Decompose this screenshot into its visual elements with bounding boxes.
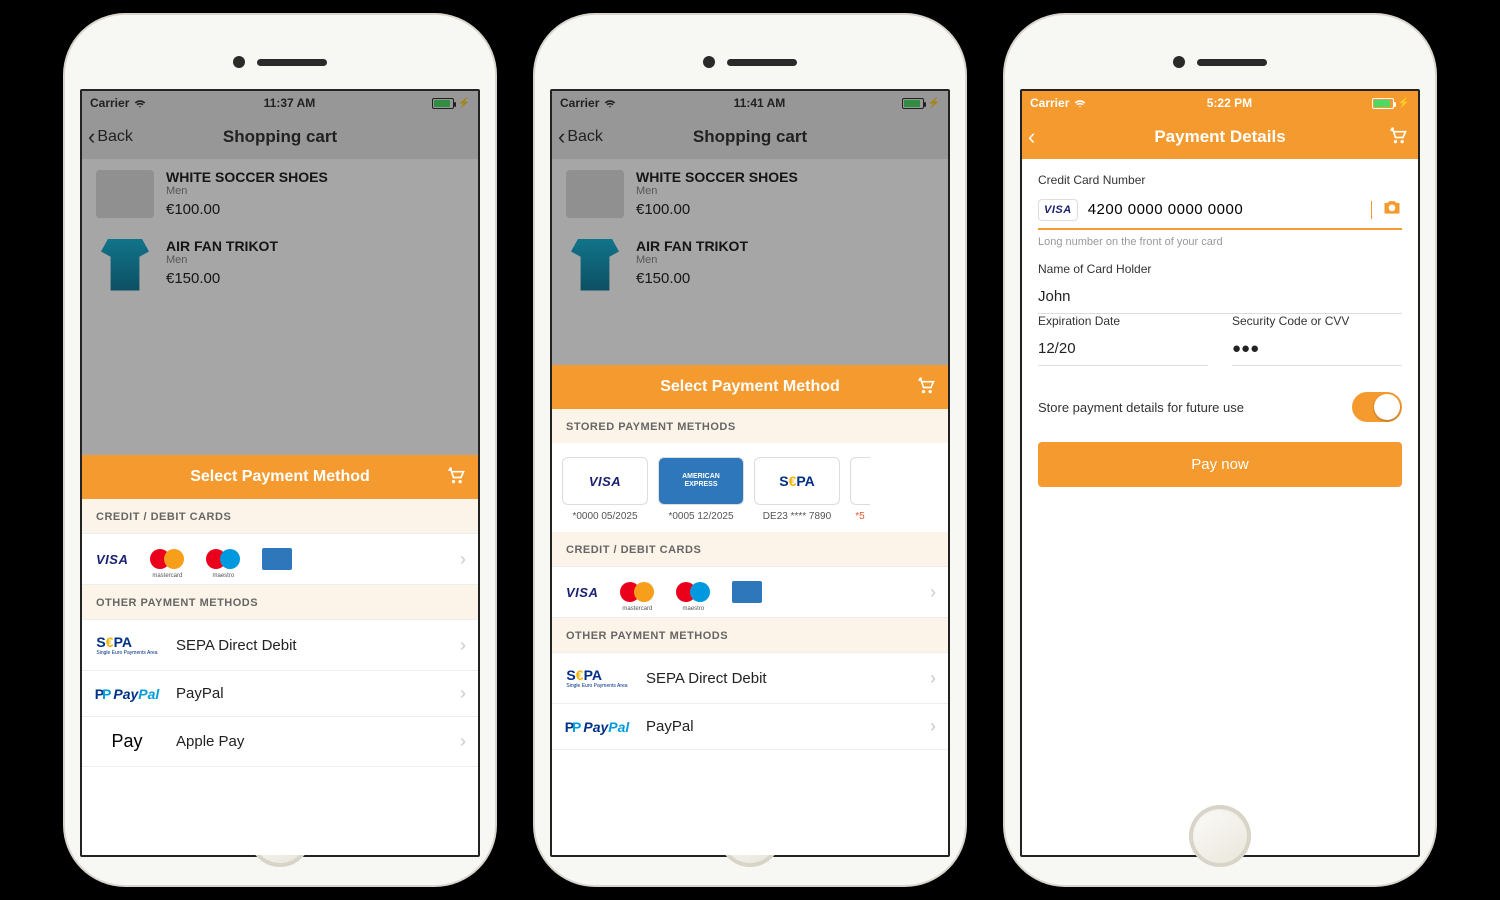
battery-icon — [1372, 98, 1394, 109]
stored-card-visa[interactable]: VISA *0000 05/2025 — [562, 457, 648, 522]
stored-caption: *0005 12/2025 — [668, 511, 733, 522]
expiration-label: Expiration Date — [1038, 314, 1208, 328]
amex-icon — [262, 548, 292, 570]
screen: Carrier 11:41 AM ⚡ ‹Back Shopping cart W… — [550, 89, 950, 857]
payment-method-applepay[interactable]: Pay Apple Pay › — [82, 717, 478, 767]
clock-label: 5:22 PM — [1207, 96, 1252, 110]
cardholder-label: Name of Card Holder — [1038, 262, 1402, 276]
sepa-icon: S€PA — [779, 473, 815, 489]
stored-card-amex[interactable]: AMERICANEXPRESS *0005 12/2025 — [658, 457, 744, 522]
credit-debit-cards-row[interactable]: VISA mastercard maestro › — [552, 566, 948, 618]
cart-icon[interactable] — [446, 465, 466, 490]
method-label: SEPA Direct Debit — [176, 637, 297, 654]
method-label: PayPal — [176, 685, 224, 702]
sheet-header: Select Payment Method — [82, 455, 478, 499]
method-label: PayPal — [646, 718, 694, 735]
phone-mockup-3: Carrier 5:22 PM ⚡ ‹ Payment Details Cred… — [1005, 15, 1435, 885]
text-cursor — [1371, 201, 1372, 219]
amex-icon: AMERICANEXPRESS — [682, 473, 720, 490]
stored-caption: *5 — [855, 511, 864, 522]
pay-now-button[interactable]: Pay now — [1038, 442, 1402, 487]
sepa-icon: S€PASingle Euro Payments Area — [566, 667, 627, 689]
cart-icon[interactable] — [916, 375, 936, 400]
visa-icon: VISA — [589, 470, 621, 492]
stored-card-overflow[interactable]: *5 — [850, 457, 870, 522]
cvv-label: Security Code or CVV — [1232, 314, 1402, 328]
mastercard-icon: mastercard — [620, 581, 654, 603]
paypal-icon: PPPayPal — [95, 686, 160, 702]
carrier-label: Carrier — [1030, 96, 1069, 110]
sheet-title: Select Payment Method — [190, 468, 370, 486]
charging-icon: ⚡ — [1398, 98, 1410, 109]
wifi-icon — [1073, 96, 1087, 110]
visa-icon: VISA — [96, 548, 128, 570]
paypal-icon: PPPayPal — [565, 719, 630, 735]
camera-icon[interactable] — [1382, 197, 1402, 222]
sepa-icon: S€PASingle Euro Payments Area — [96, 634, 157, 656]
maestro-icon: maestro — [206, 548, 240, 570]
chevron-right-icon: › — [460, 731, 466, 752]
chevron-left-icon: ‹ — [1028, 126, 1035, 148]
cc-number-input[interactable]: VISA 4200 0000 0000 0000 — [1038, 193, 1402, 230]
cardholder-input[interactable]: John — [1038, 282, 1402, 314]
section-header-other: OTHER PAYMENT METHODS — [552, 618, 948, 652]
method-label: SEPA Direct Debit — [646, 670, 767, 687]
section-header-cards: CREDIT / DEBIT CARDS — [552, 532, 948, 566]
payment-method-sheet: Select Payment Method STORED PAYMENT MET… — [552, 365, 948, 855]
payment-method-sepa[interactable]: S€PASingle Euro Payments Area SEPA Direc… — [552, 652, 948, 704]
stored-methods-row[interactable]: VISA *0000 05/2025 AMERICANEXPRESS *0005… — [552, 443, 948, 532]
cc-number-value: 4200 0000 0000 0000 — [1088, 201, 1359, 218]
section-header-other: OTHER PAYMENT METHODS — [82, 585, 478, 619]
chevron-right-icon: › — [930, 716, 936, 737]
maestro-icon: maestro — [676, 581, 710, 603]
method-label: Apple Pay — [176, 733, 244, 750]
stored-card-sepa[interactable]: S€PA DE23 **** 7890 — [754, 457, 840, 522]
expiration-input[interactable]: 12/20 — [1038, 334, 1208, 366]
stored-caption: *0000 05/2025 — [572, 511, 637, 522]
payment-details-form: Credit Card Number VISA 4200 0000 0000 0… — [1022, 159, 1418, 855]
credit-debit-cards-row[interactable]: VISA mastercard maestro › — [82, 533, 478, 585]
payment-method-sepa[interactable]: S€PASingle Euro Payments Area SEPA Direc… — [82, 619, 478, 671]
cart-icon[interactable] — [1388, 125, 1408, 150]
home-button[interactable] — [1189, 805, 1251, 867]
chevron-right-icon: › — [930, 668, 936, 689]
cc-number-label: Credit Card Number — [1038, 173, 1402, 187]
section-header-cards: CREDIT / DEBIT CARDS — [82, 499, 478, 533]
chevron-right-icon: › — [460, 549, 466, 570]
apple-pay-icon: Pay — [111, 731, 142, 752]
cc-hint: Long number on the front of your card — [1038, 236, 1402, 248]
back-button[interactable]: ‹ — [1028, 126, 1035, 148]
stored-caption: DE23 **** 7890 — [763, 511, 831, 522]
store-details-toggle[interactable] — [1352, 392, 1402, 422]
payment-method-paypal[interactable]: PPPayPal PayPal › — [82, 671, 478, 717]
phone-mockup-2: Carrier 11:41 AM ⚡ ‹Back Shopping cart W… — [535, 15, 965, 885]
nav-bar: ‹ Payment Details — [1022, 115, 1418, 159]
screen: Carrier 11:37 AM ⚡ ‹Back Shopping cart W… — [80, 89, 480, 857]
mastercard-icon: mastercard — [150, 548, 184, 570]
chevron-right-icon: › — [460, 683, 466, 704]
store-details-label: Store payment details for future use — [1038, 400, 1244, 415]
payment-method-sheet: Select Payment Method CREDIT / DEBIT CAR… — [82, 455, 478, 855]
visa-icon: VISA — [1038, 199, 1078, 221]
phone-mockup-1: Carrier 11:37 AM ⚡ ‹Back Shopping cart W… — [65, 15, 495, 885]
chevron-right-icon: › — [460, 635, 466, 656]
visa-icon: VISA — [566, 581, 598, 603]
screen: Carrier 5:22 PM ⚡ ‹ Payment Details Cred… — [1020, 89, 1420, 857]
status-bar: Carrier 5:22 PM ⚡ — [1022, 91, 1418, 115]
page-title: Payment Details — [1154, 127, 1285, 147]
sheet-title: Select Payment Method — [660, 378, 840, 396]
chevron-right-icon: › — [930, 582, 936, 603]
payment-method-paypal[interactable]: PPPayPal PayPal › — [552, 704, 948, 750]
section-header-stored: STORED PAYMENT METHODS — [552, 409, 948, 443]
cvv-input[interactable]: ●●● — [1232, 334, 1402, 366]
amex-icon — [732, 581, 762, 603]
sheet-header: Select Payment Method — [552, 365, 948, 409]
